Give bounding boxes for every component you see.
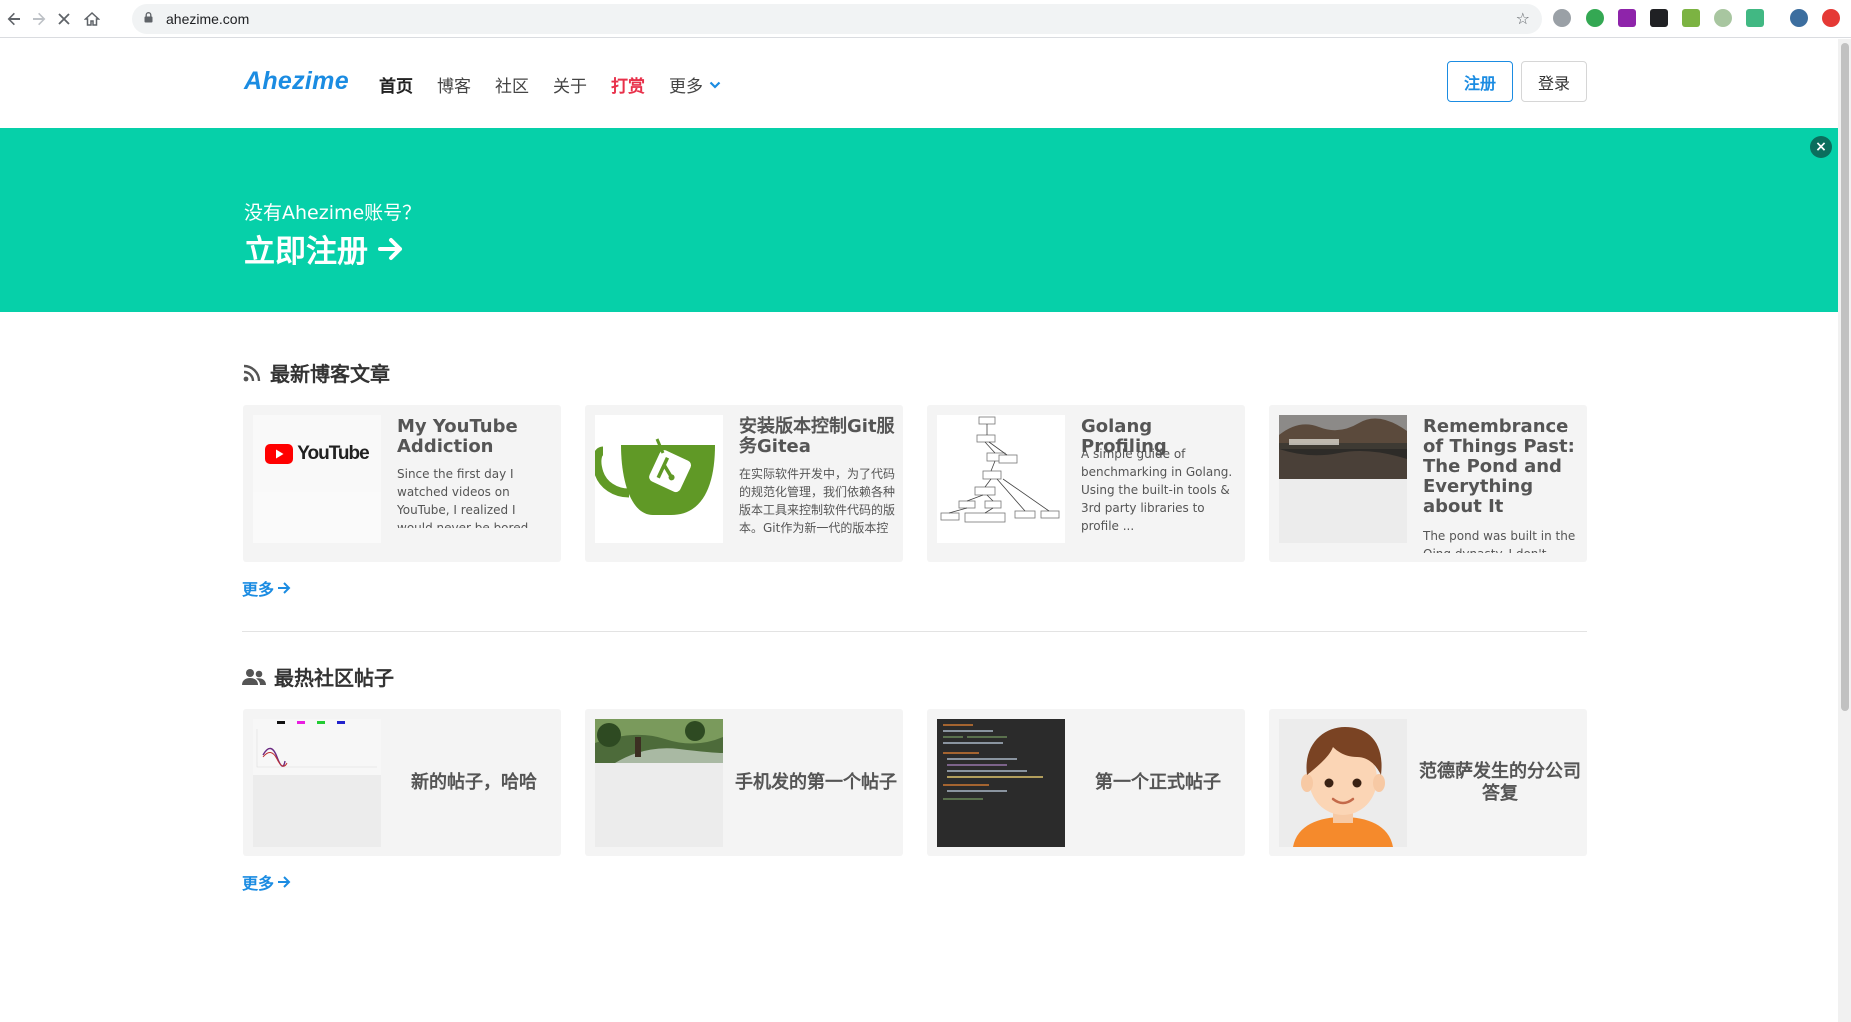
blog-thumbnail	[1279, 415, 1407, 543]
back-icon[interactable]	[2, 7, 26, 31]
stop-loading-icon[interactable]	[52, 7, 76, 31]
nav-item-donate[interactable]: 打赏	[611, 72, 645, 97]
banner-signup-link[interactable]: 立即注册	[244, 226, 406, 271]
banner-cta-label: 立即注册	[244, 234, 368, 270]
post-thumbnail	[1279, 719, 1407, 847]
vue-extension-icon[interactable]	[1746, 9, 1764, 27]
site-logo[interactable]: Ahezime	[244, 67, 349, 96]
url-text: ahezime.com	[166, 11, 250, 27]
blog-card-excerpt: The pond was built in the Qing dynasty. …	[1423, 529, 1576, 553]
adblock-extension-icon[interactable]	[1553, 9, 1571, 27]
rss-icon	[243, 364, 261, 381]
sync-extension-icon[interactable]	[1586, 9, 1604, 27]
browser-toolbar: ahezime.com ☆	[0, 0, 1851, 38]
post-card-title: 范德萨发生的分公司答复	[1419, 760, 1581, 804]
post-card[interactable]: 手机发的第一个帖子	[585, 709, 903, 856]
blog-thumbnail: YouTube	[253, 415, 381, 543]
signup-banner: 没有Ahezime账号？ 立即注册 ×	[0, 128, 1838, 312]
community-heading-text: 最热社区帖子	[274, 666, 394, 690]
page-scrollbar[interactable]	[1838, 39, 1851, 1022]
post-card-title: 手机发的第一个帖子	[735, 771, 897, 793]
blog-thumbnail	[937, 415, 1065, 543]
youtube-logo: YouTube	[253, 415, 381, 492]
blog-card-title: Remembrance of Things Past: The Pond and…	[1423, 416, 1575, 517]
youtube-play-icon	[265, 443, 294, 464]
home-icon[interactable]	[80, 7, 104, 31]
users-icon	[242, 668, 266, 685]
blog-card[interactable]: YouTube My YouTube Addiction Since the f…	[243, 405, 561, 562]
chart-screenshot-image	[253, 719, 381, 775]
blog-more-link[interactable]: 更多	[242, 576, 291, 600]
nav-item-more-label: 更多	[669, 77, 703, 97]
download-extension-icon[interactable]	[1682, 9, 1700, 27]
blog-more-label: 更多	[242, 580, 275, 599]
bookmark-star-icon[interactable]: ☆	[1516, 9, 1530, 28]
main-nav: 首页 博客 社区 关于 打赏 更多	[379, 72, 745, 97]
blog-thumbnail	[595, 415, 723, 543]
community-more-label: 更多	[242, 874, 275, 893]
nav-item-community[interactable]: 社区	[495, 72, 529, 97]
blog-card-excerpt: Since the first day I watched videos on …	[397, 467, 529, 528]
nav-item-home[interactable]: 首页	[379, 72, 413, 97]
avatar-illustration-image	[1279, 719, 1407, 847]
address-bar[interactable]: ahezime.com ☆	[132, 4, 1542, 34]
post-card[interactable]: 范德萨发生的分公司答复	[1269, 709, 1587, 856]
blog-section-heading: 最新博客文章	[242, 358, 390, 387]
post-card-title: 第一个正式帖子	[1095, 771, 1221, 793]
blog-card[interactable]: 安装版本控制Git服务Gitea 在实际软件开发中，为了代码的规范化管理，我们依…	[585, 405, 903, 562]
circle-extension-icon[interactable]	[1714, 9, 1732, 27]
post-card[interactable]: 第一个正式帖子	[927, 709, 1245, 856]
rp-extension-icon[interactable]	[1618, 9, 1636, 27]
arrow-right-icon	[378, 237, 402, 260]
login-button[interactable]: 登录	[1521, 61, 1587, 102]
forest-photo-image	[595, 719, 723, 763]
chevron-down-icon	[709, 81, 721, 89]
post-thumbnail	[937, 719, 1065, 847]
arrow-right-icon	[278, 582, 291, 594]
site-header: Ahezime 首页 博客 社区 关于 打赏 更多 注册 登录	[0, 39, 1838, 128]
forward-icon[interactable]	[27, 7, 51, 31]
profiling-graph-image	[940, 416, 1060, 523]
register-button[interactable]: 注册	[1447, 61, 1513, 102]
banner-close-button[interactable]: ×	[1810, 136, 1832, 158]
lock-icon	[144, 12, 153, 23]
binary-extension-icon[interactable]	[1650, 9, 1668, 27]
blog-card-title: 安装版本控制Git服务Gitea	[739, 416, 895, 457]
post-card[interactable]: 新的帖子，哈哈	[243, 709, 561, 856]
community-section-heading: 最热社区帖子	[242, 662, 394, 691]
blog-heading-text: 最新博客文章	[270, 362, 390, 386]
blog-card-excerpt: A simple guide of benchmarking in Golang…	[1081, 447, 1233, 533]
community-more-link[interactable]: 更多	[242, 870, 291, 894]
profile-avatar-icon[interactable]	[1790, 9, 1808, 27]
blog-card-title: My YouTube Addiction	[397, 416, 518, 457]
update-badge-icon[interactable]	[1822, 9, 1840, 27]
gitea-cup-image	[595, 438, 715, 515]
nav-item-blog[interactable]: 博客	[437, 72, 471, 97]
post-thumbnail	[595, 719, 723, 847]
nav-item-about[interactable]: 关于	[553, 72, 587, 97]
pond-photo-image	[1279, 415, 1407, 479]
nav-item-more[interactable]: 更多	[669, 72, 721, 97]
arrow-right-icon	[278, 876, 291, 888]
banner-question: 没有Ahezime账号？	[244, 202, 422, 224]
code-screenshot-image	[937, 719, 1065, 805]
section-divider	[242, 631, 1587, 632]
blog-card[interactable]: Golang Profiling A simple guide of bench…	[927, 405, 1245, 562]
scrollbar-thumb[interactable]	[1841, 43, 1849, 711]
post-card-title: 新的帖子，哈哈	[411, 771, 537, 793]
post-thumbnail	[253, 719, 381, 847]
blog-card-excerpt: 在实际软件开发中，为了代码的规范化管理，我们依赖各种版本工具来控制软件代码的版本…	[739, 467, 895, 535]
blog-card[interactable]: Remembrance of Things Past: The Pond and…	[1269, 405, 1587, 562]
